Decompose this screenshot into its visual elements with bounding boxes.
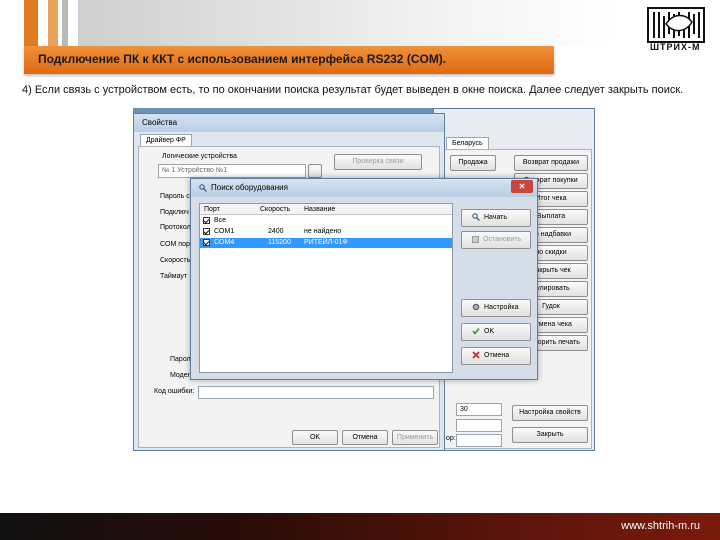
table-row-selected[interactable]: COM4 115200 РИТЕЙЛ-01Ф	[200, 238, 452, 248]
start-button-label: Начать	[484, 214, 508, 221]
device-list[interactable]: Порт Скорость Название Все COM1 2400 не …	[199, 203, 453, 373]
error-code-field[interactable]	[198, 386, 434, 399]
return-sale-button[interactable]: Возврат продажи	[514, 155, 588, 171]
stop-icon	[472, 235, 479, 243]
checkbox-icon[interactable]	[203, 238, 210, 246]
cancel-button[interactable]: Отмена	[342, 430, 388, 445]
title-band: Подключение ПК к ККТ с использованием ин…	[24, 46, 554, 74]
row-checkbox[interactable]	[203, 238, 213, 248]
checkmark-icon	[472, 328, 480, 335]
password-label: Пароль с	[160, 193, 190, 200]
close-icon[interactable]: ✕	[511, 180, 533, 193]
footer-bar: www.shtrih-m.ru	[0, 513, 720, 540]
ok-button[interactable]: OK	[292, 430, 338, 445]
dialog-ok-label: OK	[484, 328, 495, 335]
protocol-label: Протокол	[160, 224, 191, 231]
value-field-2[interactable]	[456, 419, 502, 432]
settings-icon	[472, 303, 480, 311]
dialog-cancel-label: Отмена	[484, 352, 510, 359]
logical-devices-label: Логические устройства	[162, 153, 237, 160]
side-label: ор:	[446, 435, 456, 442]
start-button[interactable]: Начать	[461, 209, 531, 227]
row-speed: 2400	[268, 228, 284, 235]
stop-button[interactable]: Остановить	[461, 231, 531, 249]
row-name: не найдено	[304, 228, 342, 235]
device-select[interactable]: № 1 Устройство №1	[158, 164, 306, 178]
table-row[interactable]: COM1 2400 не найдено	[200, 227, 452, 237]
dialog-cancel-button[interactable]: Отмена	[461, 347, 531, 365]
close-icon	[472, 351, 480, 359]
checkbox-icon[interactable]	[203, 216, 210, 224]
search-dialog: Поиск оборудования ✕ Порт Скорость Назва…	[190, 178, 538, 380]
value-field[interactable]: 30	[456, 403, 502, 416]
slide-title: Подключение ПК к ККТ с использованием ин…	[38, 52, 447, 66]
search-icon	[199, 184, 207, 192]
search-icon	[472, 213, 480, 222]
column-name[interactable]: Название	[304, 204, 335, 215]
sale-button[interactable]: Продажа	[450, 155, 496, 171]
column-port[interactable]: Порт	[204, 204, 220, 215]
speed-label: Скорость	[160, 257, 191, 264]
row-checkbox[interactable]	[203, 216, 213, 226]
error-code-label: Код ошибки:	[154, 388, 195, 395]
top-decoration	[0, 0, 620, 46]
slide-caption: 4) Если связь с устройством есть, то по …	[22, 84, 684, 96]
row-checkbox[interactable]	[203, 227, 213, 237]
checkbox-icon[interactable]	[203, 227, 210, 235]
row-port: COM1	[214, 228, 235, 235]
device-select-button[interactable]	[308, 164, 322, 178]
props-settings-button[interactable]: Настройка свойств	[512, 405, 588, 421]
app-screenshot: Беларусь Продажа Возврат продажи Возврат…	[133, 108, 595, 451]
footer-url[interactable]: www.shtrih-m.ru	[621, 520, 700, 532]
table-row[interactable]: Все	[200, 216, 452, 226]
settings-button-label: Настройка	[484, 304, 519, 311]
row-port: Все	[214, 217, 227, 224]
stop-button-label: Остановить	[483, 236, 522, 243]
list-header: Порт Скорость Название	[200, 204, 452, 215]
logo-text: ШТРИХ-М	[650, 42, 701, 52]
column-speed[interactable]: Скорость	[260, 204, 290, 215]
connection-label: Подключ	[160, 209, 189, 216]
com-port-label: COM порт	[160, 241, 193, 248]
row-port: COM4	[214, 239, 235, 246]
search-dialog-titlebar: Поиск оборудования	[191, 179, 537, 197]
row-name: РИТЕЙЛ-01Ф	[304, 239, 348, 246]
timeout-label: Таймаут	[160, 273, 188, 280]
value-field-3[interactable]	[456, 434, 502, 447]
properties-window-title: Свойства	[134, 114, 444, 132]
apply-button[interactable]: Применить	[392, 430, 438, 445]
close-button[interactable]: Закрыть	[512, 427, 588, 443]
search-dialog-title: Поиск оборудования	[211, 183, 288, 192]
settings-button[interactable]: Настройка	[461, 299, 531, 317]
dialog-ok-button[interactable]: OK	[461, 323, 531, 341]
check-link-button[interactable]: Проверка связи	[334, 154, 422, 170]
row-speed: 115200	[268, 239, 291, 246]
